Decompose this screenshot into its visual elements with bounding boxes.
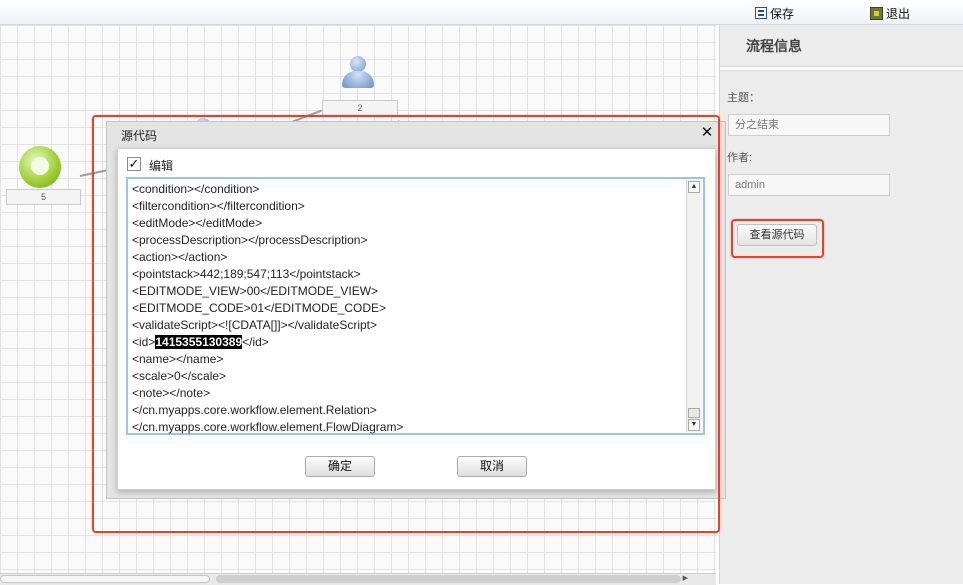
scroll-right-arrow-icon[interactable]: ▶ xyxy=(683,574,688,582)
highlight-box-view-source xyxy=(731,219,824,258)
exit-label: 退出 xyxy=(886,6,911,21)
top-toolbar: 保存 退出 xyxy=(0,0,963,25)
author-field[interactable]: admin xyxy=(728,174,890,196)
subject-field[interactable]: 分之结束 xyxy=(728,114,890,136)
panel-title: 流程信息 xyxy=(746,38,802,54)
node-label-user[interactable]: 2 xyxy=(322,100,398,116)
scrollbar-thumb[interactable] xyxy=(0,575,210,583)
exit-icon xyxy=(870,6,883,20)
user-node-icon[interactable] xyxy=(339,56,379,96)
divider xyxy=(720,66,963,71)
exit-button[interactable]: 退出 xyxy=(870,5,910,21)
subject-label: 主题： xyxy=(727,92,760,104)
author-label: 作者: xyxy=(727,152,753,164)
node-label-start[interactable]: 5 xyxy=(6,189,81,205)
save-label: 保存 xyxy=(770,6,795,21)
start-node-icon[interactable] xyxy=(19,146,61,188)
process-info-panel: 流程信息 主题： 分之结束 作者: admin 查看源代码 xyxy=(719,25,963,584)
save-button[interactable]: 保存 xyxy=(755,5,794,21)
save-icon xyxy=(755,7,767,19)
scrollbar-track[interactable] xyxy=(216,575,681,583)
highlight-box-dialog xyxy=(92,115,720,533)
canvas-horizontal-scrollbar[interactable]: ▶ xyxy=(0,573,716,585)
